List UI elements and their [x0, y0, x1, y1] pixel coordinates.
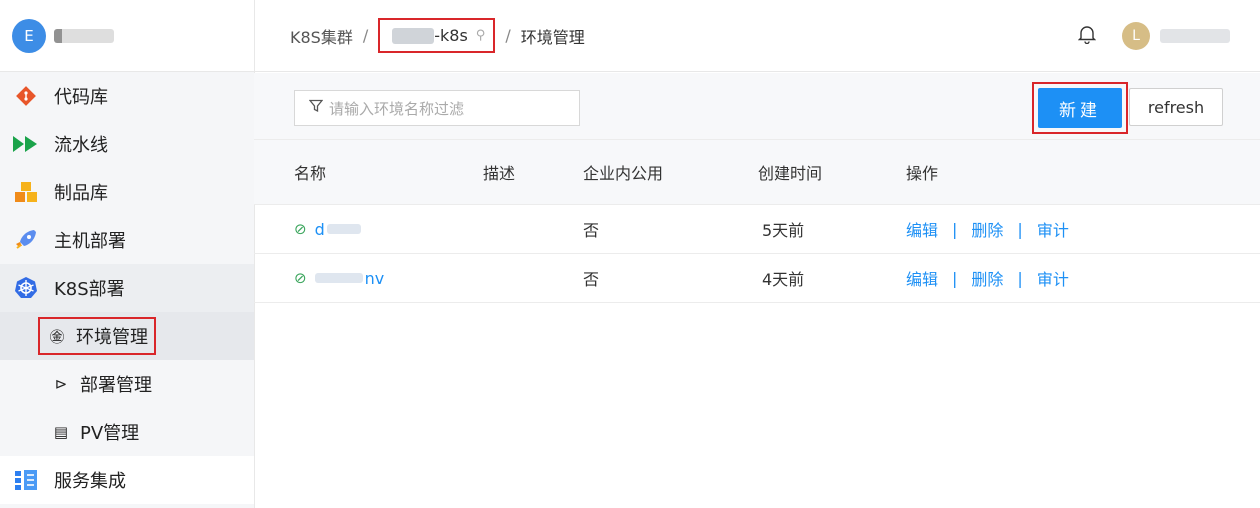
- delete-link[interactable]: 删除: [971, 217, 1003, 241]
- sidebar: E 代码库 流水线 制品库 主机部署 K8S部署 ㊎ 环境管理 ⊳ 部署管理 ▤…: [0, 0, 255, 508]
- created-value: 4天前: [762, 270, 805, 289]
- action-separator: |: [1017, 219, 1023, 239]
- sidebar-item-host-deploy[interactable]: 主机部署: [0, 216, 254, 264]
- action-separator: |: [952, 219, 958, 239]
- public-value: 否: [583, 270, 600, 289]
- sidebar-item-k8s-deploy[interactable]: K8S部署: [0, 264, 254, 312]
- user-avatar[interactable]: L: [1122, 22, 1150, 50]
- breadcrumb-separator: /: [505, 26, 511, 45]
- action-separator: |: [952, 268, 958, 288]
- sidebar-item-label: 代码库: [54, 87, 108, 108]
- sidebar-nav: 代码库 流水线 制品库 主机部署 K8S部署 ㊎ 环境管理 ⊳ 部署管理 ▤ P…: [0, 72, 254, 504]
- edit-link[interactable]: 编辑: [906, 217, 938, 241]
- integration-icon: [12, 466, 40, 494]
- edit-link[interactable]: 编辑: [906, 266, 938, 290]
- org-avatar: E: [12, 18, 46, 53]
- storage-icon: ▤: [53, 423, 69, 441]
- col-public: 企业内公用: [583, 164, 664, 183]
- col-name: 名称: [294, 164, 327, 183]
- new-button[interactable]: 新建: [1038, 88, 1122, 128]
- search-icon: ⚲: [475, 28, 486, 43]
- breadcrumb-separator: /: [362, 26, 369, 45]
- created-value: 5天前: [762, 221, 805, 240]
- sidebar-subitem-label: 环境管理: [76, 327, 148, 348]
- col-actions: 操作: [906, 164, 939, 183]
- sidebar-item-label: 服务集成: [54, 471, 126, 492]
- env-name-cell[interactable]: ⊘ d: [294, 205, 361, 253]
- row-actions: 编辑 | 删除 | 审计: [906, 254, 1069, 302]
- sidebar-item-service-integration[interactable]: 服务集成: [0, 456, 254, 504]
- top-header: K8S集群 / -k8s ⚲ / 环境管理 L: [254, 0, 1260, 72]
- table-row: ⊘ d 否 5天前 编辑 | 删除 | 审计: [254, 205, 1260, 254]
- sidebar-subitem-label: PV管理: [80, 423, 140, 444]
- filter-icon: [308, 99, 324, 117]
- env-table: 名称 描述 企业内公用 创建时间 操作 ⊘ d 否 5天前 编辑 | 删除 | …: [254, 140, 1260, 303]
- audit-link[interactable]: 审计: [1037, 217, 1069, 241]
- namespace-icon: ㊎: [49, 327, 65, 346]
- header-actions: L: [1077, 22, 1230, 50]
- refresh-button[interactable]: refresh: [1129, 88, 1223, 126]
- toolbar: 请输入环境名称过滤 新建 refresh: [254, 73, 1260, 140]
- rocket-icon: [12, 226, 40, 254]
- cluster-name-redacted: [392, 27, 435, 44]
- pipeline-icon: [12, 130, 40, 158]
- artifact-icon: [12, 178, 40, 206]
- kubernetes-icon: [12, 274, 40, 302]
- sidebar-subitem-env-manage[interactable]: ㊎ 环境管理: [0, 312, 254, 360]
- user-name-redacted: [1160, 29, 1230, 43]
- send-icon: ⊳: [54, 375, 68, 393]
- check-circle-icon: ⊘: [294, 269, 307, 287]
- env-name[interactable]: nv: [365, 269, 385, 288]
- env-name-cell[interactable]: ⊘ nv: [294, 254, 384, 302]
- sidebar-item-label: 流水线: [54, 135, 108, 156]
- cluster-selector[interactable]: -k8s ⚲: [378, 18, 496, 53]
- public-value: 否: [583, 221, 600, 240]
- bell-icon[interactable]: [1077, 24, 1097, 49]
- delete-link[interactable]: 删除: [971, 266, 1003, 290]
- sidebar-subitem-deploy-manage[interactable]: ⊳ 部署管理: [0, 360, 254, 408]
- breadcrumb-root[interactable]: K8S集群: [290, 24, 353, 48]
- table-header: 名称 描述 企业内公用 创建时间 操作: [254, 140, 1260, 205]
- org-name-redacted: [54, 28, 114, 43]
- sidebar-item-pipeline[interactable]: 流水线: [0, 120, 254, 168]
- action-separator: |: [1017, 268, 1023, 288]
- env-name-redacted: [314, 273, 363, 283]
- sidebar-item-code-repo[interactable]: 代码库: [0, 72, 254, 120]
- col-desc: 描述: [483, 164, 516, 183]
- sidebar-subitem-pv-manage[interactable]: ▤ PV管理: [0, 408, 254, 456]
- env-name[interactable]: d: [315, 220, 325, 239]
- col-created: 创建时间: [758, 164, 823, 183]
- check-circle-icon: ⊘: [294, 220, 307, 238]
- sidebar-subitem-label: 部署管理: [80, 375, 152, 396]
- org-switcher[interactable]: E: [0, 0, 254, 72]
- new-button-highlight: 新建: [1032, 82, 1128, 134]
- sidebar-item-label: 主机部署: [54, 231, 126, 252]
- cluster-name: -k8s: [434, 26, 468, 45]
- table-row: ⊘ nv 否 4天前 编辑 | 删除 | 审计: [254, 254, 1260, 303]
- git-icon: [12, 82, 40, 110]
- env-name-redacted: [326, 224, 361, 234]
- sidebar-item-label: 制品库: [54, 183, 108, 204]
- highlight-box: ㊎ 环境管理: [38, 317, 156, 355]
- env-filter-input[interactable]: 请输入环境名称过滤: [294, 90, 580, 126]
- breadcrumb-current: 环境管理: [520, 27, 585, 47]
- row-actions: 编辑 | 删除 | 审计: [906, 205, 1069, 253]
- sidebar-item-label: K8S部署: [54, 279, 125, 300]
- filter-placeholder: 请输入环境名称过滤: [329, 99, 465, 118]
- sidebar-item-artifact[interactable]: 制品库: [0, 168, 254, 216]
- audit-link[interactable]: 审计: [1037, 266, 1069, 290]
